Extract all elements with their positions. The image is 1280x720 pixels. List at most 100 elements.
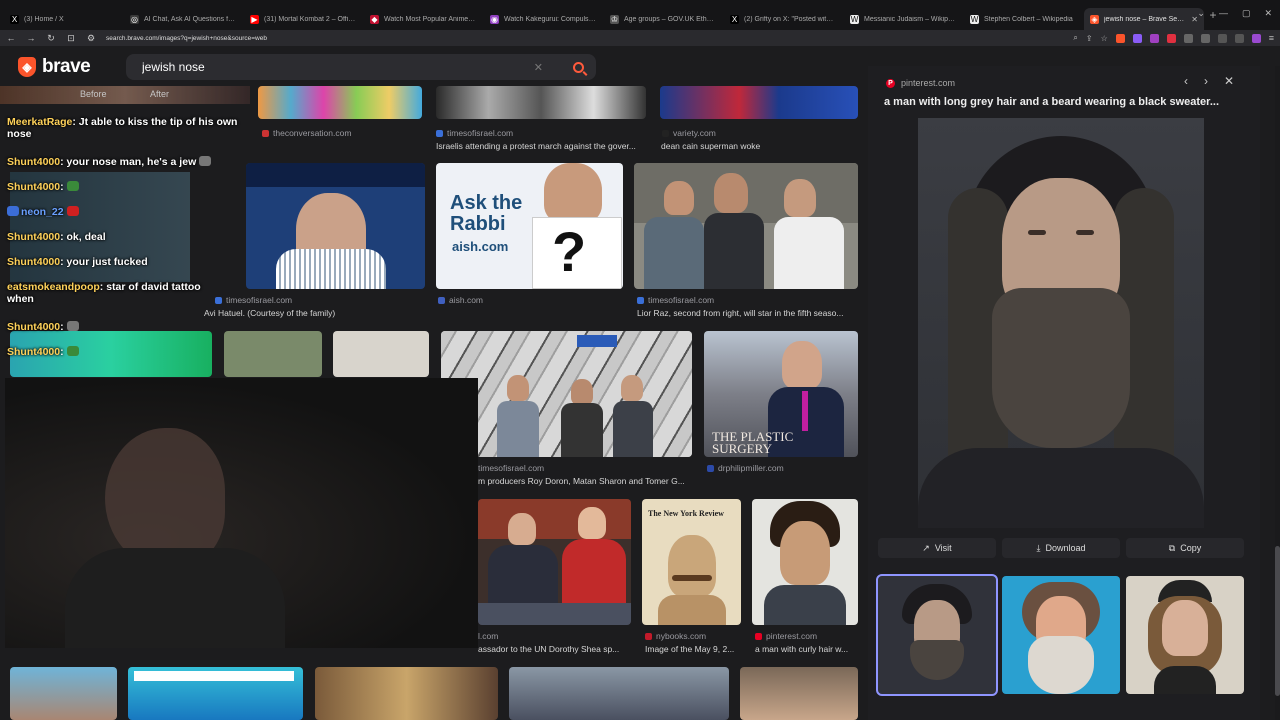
tabs-container: X (3) Home / X ◎ AI Chat, Ask AI Questions … [0,0,1204,30]
extension-icon[interactable] [1132,33,1142,43]
question-mark-icon: ? [552,220,587,283]
forward-icon[interactable]: → [26,33,36,43]
image-result[interactable] [315,667,498,720]
back-icon[interactable]: ← [6,33,16,43]
result-source: theconversation.com [262,128,351,138]
maximize-button[interactable]: ▢ [1242,8,1251,19]
tab-title: (31) Mortal Kombat 2 – Official 'Ur... [264,15,356,23]
tab-title: Messianic Judaism – Wikipedia [864,15,956,23]
chat-message: Shunt4000: ok, deal [7,231,106,243]
result-source: drphilipmiller.com [707,463,784,473]
brave-shields-icon[interactable] [1115,33,1125,43]
page-scrollbar[interactable] [1275,66,1280,720]
image-result[interactable] [509,667,729,720]
next-icon[interactable]: › [1204,74,1208,88]
preview-image[interactable] [918,118,1204,528]
chat-message: eatsmokeandpoop: star of david tattoo whe… [7,281,201,305]
tab-title: jewish nose – Brave Search [1104,15,1187,23]
zoom-icon[interactable]: ⌕ [1073,33,1077,43]
download-button[interactable]: ⤓ Download [1002,538,1120,558]
image-result[interactable] [441,331,692,457]
minimize-button[interactable]: — [1219,8,1228,19]
browser-tab[interactable]: W Stephen Colbert – Wikipedia [964,8,1082,30]
bookmark-icon[interactable]: ⊡ [66,33,76,44]
image-result[interactable] [634,163,858,289]
ask-the-rabbi-text: Ask the Rabbi [450,192,523,235]
tab-title: (3) Home / X [24,15,64,23]
chat-message: MeerkatRage: Jt able to kiss the tip of … [7,116,238,140]
image-result[interactable] [258,86,422,119]
related-thumbnails [876,574,1246,696]
result-description: a man with curly hair w... [755,644,849,654]
browser-tab[interactable]: ◈ jewish nose – Brave Search ✕ [1084,8,1204,30]
emote-icon [199,156,212,166]
browser-tab[interactable]: ◆ Watch Most Popular Anime SUB/D... [364,8,482,30]
tab-title: AI Chat, Ask AI Questions for Expe... [144,15,236,23]
image-result[interactable]: THE PLASTIC SURGERY [704,331,858,457]
result-source: nybooks.com [645,631,706,641]
wallet-icon[interactable] [1234,33,1244,43]
sidebar-icon[interactable] [1217,33,1227,43]
clear-icon[interactable]: ✕ [534,61,543,74]
image-result[interactable] [478,499,631,625]
chat-message: Shunt4000: your just fucked [7,256,148,268]
preview-source[interactable]: Ppinterest.com [886,78,955,88]
tab-title: Watch Kakegurui: Compulsive Gam... [504,15,596,23]
share-icon[interactable]: ⇪ [1086,34,1093,43]
extensions-puzzle-icon[interactable] [1200,33,1210,43]
image-result[interactable] [752,499,858,625]
browser-tab[interactable]: W Messianic Judaism – Wikipedia [844,8,962,30]
result-description: m producers Roy Doron, Matan Sharon and … [478,476,685,486]
magazine-title: THE PLASTIC SURGERY [712,429,794,456]
image-result[interactable] [740,667,858,720]
leo-icon[interactable] [1251,33,1261,43]
image-result[interactable] [10,667,117,720]
image-result[interactable]: The New York Review [642,499,741,625]
browser-tab[interactable]: X (2) Grifty on X: "Posted without an... [724,8,842,30]
browser-tab[interactable]: ♔ Age groups – GOV.UK Ethnicity fac... [604,8,722,30]
webcam-overlay [5,378,478,648]
image-result[interactable] [660,86,858,119]
preview-controls: ‹ › ✕ [1184,74,1234,88]
url-field[interactable]: search.brave.com/images?q=jewish+nose&so… [106,35,1063,42]
copy-button[interactable]: ⧉ Copy [1126,538,1244,558]
close-window-button[interactable]: ✕ [1264,8,1272,19]
result-source: l.com [478,631,499,641]
download-icon: ⤓ [1036,542,1041,553]
scrollbar-thumb[interactable] [1275,546,1280,696]
image-result[interactable] [436,86,646,119]
search-icon[interactable] [573,61,584,73]
browser-tab[interactable]: ▶ (31) Mortal Kombat 2 – Official 'Ur... [244,8,362,30]
emote-icon [66,321,79,331]
chat-message: Shunt4000: [7,321,79,333]
govuk-icon: ♔ [610,14,619,24]
visit-button[interactable]: ↗ Visit [878,538,996,558]
tab-search-icon[interactable]: ⌄ [1197,8,1205,19]
reload-icon[interactable]: ↻ [46,33,56,44]
browser-tab[interactable]: X (3) Home / X [4,8,122,30]
previous-icon[interactable]: ‹ [1184,74,1188,88]
extension-icon[interactable] [1183,33,1193,43]
emote-icon [66,346,79,356]
result-source: pinterest.com [755,631,817,641]
result-description: Lior Raz, second from right, will star i… [637,308,844,318]
image-result[interactable]: Ask the Rabbi aish.com ? [436,163,623,289]
youtube-icon: ▶ [250,14,259,24]
image-result[interactable] [333,331,429,377]
related-thumbnail[interactable] [1126,576,1244,694]
extension-icon[interactable] [1149,33,1159,43]
extension-icon[interactable] [1166,33,1176,43]
image-result[interactable] [246,163,425,289]
browser-tab[interactable]: ◎ AI Chat, Ask AI Questions for Expe... [124,8,242,30]
nyrb-masthead: The New York Review [648,509,724,518]
site-info-icon[interactable]: ⚙ [86,33,96,44]
browser-tab[interactable]: ◉ Watch Kakegurui: Compulsive Gam... [484,8,602,30]
related-thumbnail[interactable] [1002,576,1120,694]
tab-title: Age groups – GOV.UK Ethnicity fac... [624,15,716,23]
star-icon[interactable]: ☆ [1101,34,1108,43]
preview-actions: ↗ Visit ⤓ Download ⧉ Copy [878,538,1244,558]
image-result[interactable] [128,667,303,720]
close-icon[interactable]: ✕ [1224,74,1234,88]
related-thumbnail[interactable] [876,574,998,696]
menu-icon[interactable]: ≡ [1269,33,1274,43]
